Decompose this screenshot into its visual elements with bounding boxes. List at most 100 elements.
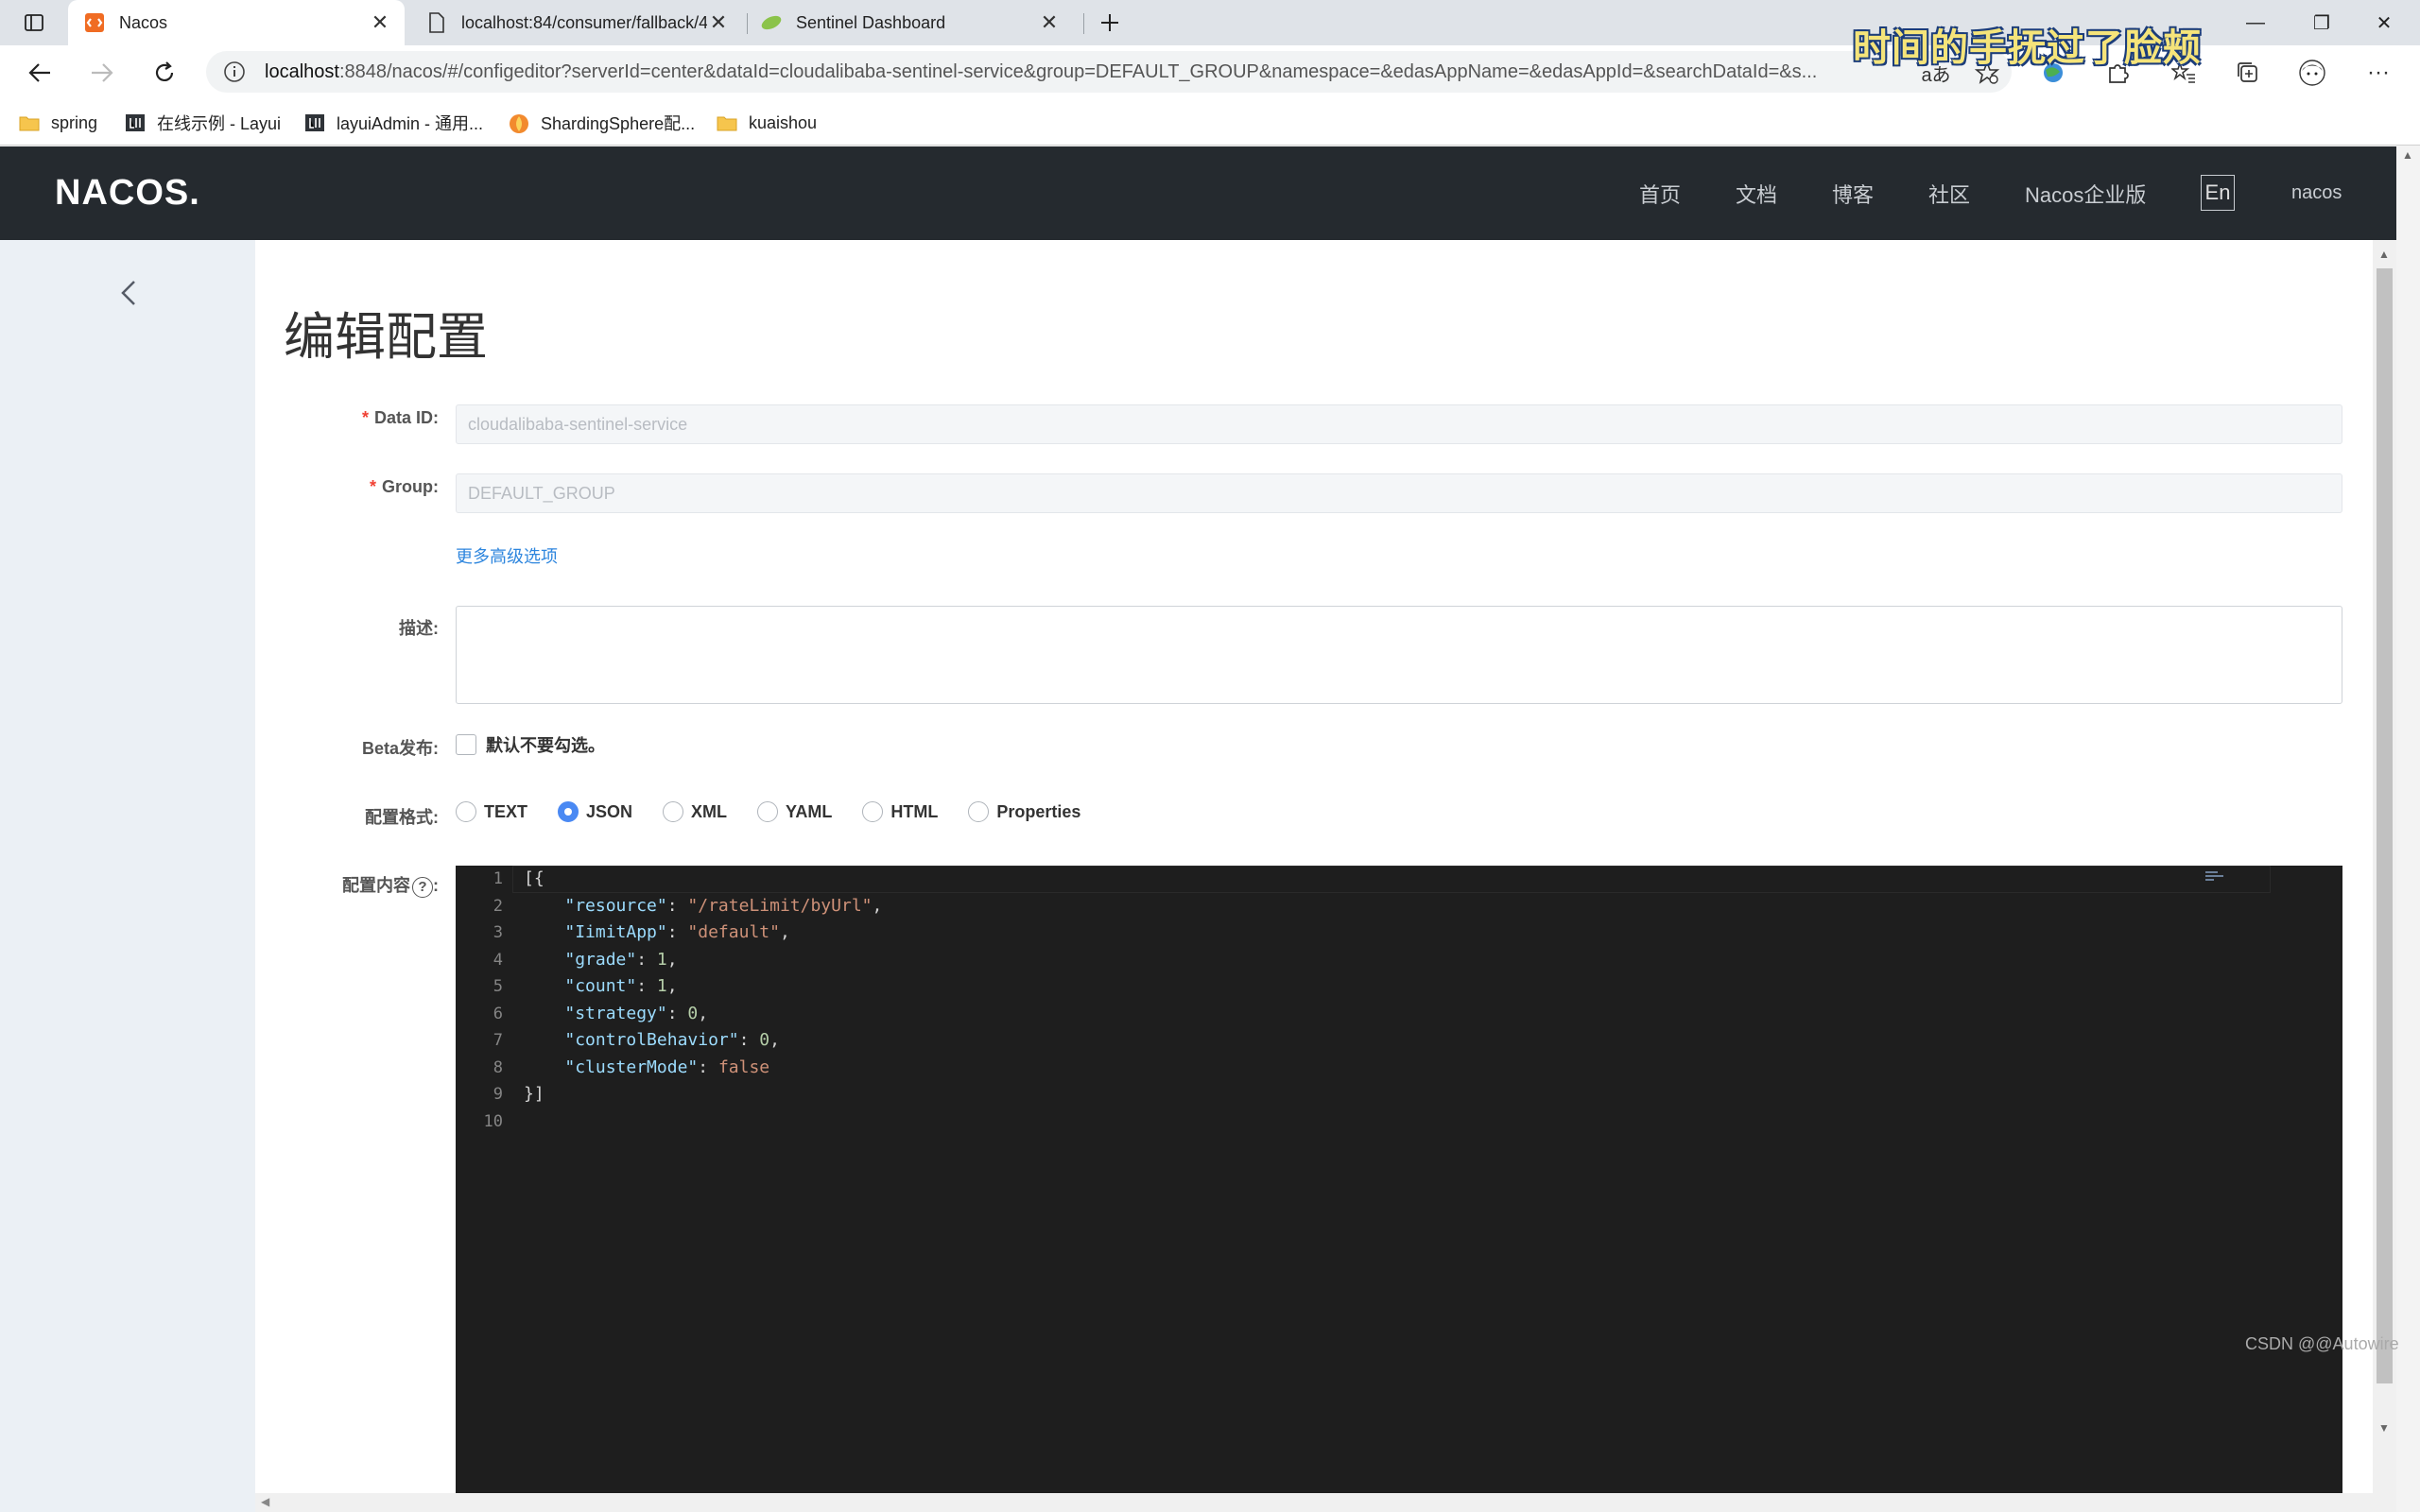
code-line: "resource": "/rateLimit/byUrl", — [564, 895, 883, 916]
radio-label: HTML — [890, 801, 939, 821]
group-input[interactable]: DEFAULT_GROUP — [456, 473, 2342, 513]
line-number: 10 — [483, 1111, 503, 1131]
horizontal-scrollbar[interactable]: ◀ — [255, 1493, 2373, 1512]
dataid-label-wrap: * Data ID: — [255, 408, 439, 431]
minimap-icon[interactable] — [2204, 868, 2229, 881]
nacos-page: NACOS. 首页 文档 博客 社区 Nacos企业版 nacos En 编辑配… — [0, 146, 2420, 1512]
bookmark-label: ShardingSphere配... — [541, 114, 696, 133]
video-subtitle-overlay: 时间的手抚过了脸颊 — [1853, 27, 2202, 69]
code-line: [{ — [524, 868, 544, 888]
scrollbar-thumb[interactable] — [2377, 268, 2393, 1383]
radio-text[interactable]: TEXT — [456, 801, 527, 822]
beta-checkbox[interactable]: 默认不要勾选。 — [456, 732, 605, 757]
info-icon[interactable] — [223, 60, 246, 89]
radio-circle[interactable] — [862, 801, 884, 822]
restore-icon[interactable]: ❐ — [2303, 8, 2341, 38]
radio-properties[interactable]: Properties — [968, 801, 1080, 822]
address-bar[interactable]: localhost:8848/nacos/#/configeditor?serv… — [206, 51, 2012, 93]
close-icon[interactable]: ✕ — [367, 9, 393, 36]
code-text-area[interactable]: [{ "resource": "/rateLimit/byUrl", "Iimi… — [524, 866, 2342, 1135]
bookmark-label: spring — [51, 112, 98, 132]
collections-icon[interactable] — [2229, 54, 2267, 92]
bookmark-shardingsphere[interactable]: ShardingSphere配... — [509, 110, 695, 136]
back-chevron-icon[interactable] — [110, 274, 147, 312]
tab-fallback[interactable]: localhost:84/consumer/fallback/4 ✕ — [412, 0, 743, 45]
tab-actions-icon[interactable] — [15, 4, 53, 42]
dataid-input[interactable]: cloudalibaba-sentinel-service — [456, 404, 2342, 444]
beta-label: Beta发布: — [361, 739, 439, 758]
checkbox-box[interactable] — [456, 734, 476, 755]
new-tab-icon[interactable] — [1091, 4, 1129, 42]
minimize-icon[interactable]: — — [2237, 8, 2274, 38]
nacos-header: NACOS. 首页 文档 博客 社区 Nacos企业版 nacos En — [0, 146, 2396, 240]
radio-circle[interactable] — [456, 801, 476, 822]
line-number: 9 — [493, 1085, 503, 1104]
radio-html[interactable]: HTML — [862, 801, 938, 822]
close-icon[interactable]: ✕ — [705, 9, 732, 36]
line-number: 5 — [493, 977, 503, 996]
description-label: 描述: — [399, 619, 439, 638]
radio-circle[interactable] — [968, 801, 990, 822]
window-close-icon[interactable]: ✕ — [2365, 8, 2403, 38]
page-title: 编辑配置 — [284, 309, 488, 366]
nav-enterprise[interactable]: Nacos企业版 — [2025, 179, 2146, 209]
bookmark-layuiadmin[interactable]: layuiAdmin - 通用... — [304, 110, 483, 136]
bookmark-kuaishou[interactable]: kuaishou — [717, 110, 817, 136]
url-text: localhost:8848/nacos/#/configeditor?serv… — [265, 60, 1818, 82]
tab-nacos[interactable]: Nacos ✕ — [68, 0, 405, 45]
more-menu-icon[interactable]: ··· — [2360, 54, 2397, 92]
page-scroll-up-icon[interactable]: ▲ — [2402, 148, 2413, 162]
radio-label: TEXT — [484, 801, 528, 821]
forward-arrow-icon[interactable] — [83, 54, 121, 92]
radio-label: Properties — [996, 801, 1081, 821]
close-icon[interactable]: ✕ — [1036, 9, 1063, 36]
nav-home[interactable]: 首页 — [1639, 179, 1681, 209]
scroll-up-arrow-icon[interactable]: ▲ — [2378, 248, 2390, 261]
nav-docs[interactable]: 文档 — [1736, 179, 1777, 209]
content-scrollbar[interactable]: ▲ ▼ — [2373, 240, 2396, 1512]
code-editor[interactable]: 1 2 3 4 5 6 7 8 9 10 [{ "resource": "/rateLimit/b… — [456, 866, 2342, 1512]
line-number: 1 — [493, 869, 503, 888]
code-line: "grade": 1, — [564, 949, 678, 970]
radio-circle[interactable] — [663, 801, 684, 822]
radio-label: JSON — [586, 801, 633, 821]
profile-avatar-icon[interactable] — [2293, 54, 2331, 92]
scroll-left-arrow-icon[interactable]: ◀ — [261, 1495, 269, 1508]
page-scrollbar[interactable]: ▲ — [2396, 146, 2420, 1512]
bookmark-spring[interactable]: spring — [19, 110, 97, 136]
radio-xml[interactable]: XML — [663, 801, 727, 822]
tab-title: Sentinel Dashboard — [796, 12, 946, 32]
radio-circle[interactable] — [558, 801, 579, 822]
user-menu[interactable]: nacos — [2291, 182, 2342, 204]
format-label-wrap: 配置格式: — [255, 804, 439, 827]
config-editor-form: 编辑配置 * Data ID: cloudalibaba-sentinel-ser… — [255, 240, 2373, 1512]
beta-checkbox-label: 默认不要勾选。 — [486, 736, 605, 755]
nav-community[interactable]: 社区 — [1928, 179, 1970, 209]
tab-separator — [1083, 13, 1084, 34]
help-question-icon[interactable]: ? — [412, 877, 433, 898]
refresh-icon[interactable] — [146, 54, 183, 92]
tab-title: localhost:84/consumer/fallback/4 — [461, 12, 707, 32]
advanced-options-link[interactable]: 更多高级选项 — [456, 543, 558, 568]
group-label: * Group: — [369, 477, 439, 496]
nacos-logo[interactable]: NACOS. — [55, 173, 200, 214]
tab-sentinel[interactable]: Sentinel Dashboard ✕ — [752, 0, 1074, 45]
description-textarea[interactable] — [456, 606, 2342, 704]
code-line: "clusterMode": false — [564, 1057, 770, 1077]
line-number: 6 — [493, 1004, 503, 1023]
radio-json[interactable]: JSON — [558, 801, 632, 822]
back-arrow-icon[interactable] — [21, 54, 59, 92]
radio-yaml[interactable]: YAML — [757, 801, 832, 822]
language-switch[interactable]: En — [2201, 175, 2235, 211]
radio-label: XML — [691, 801, 728, 821]
bookmark-layui[interactable]: 在线示例 - Layui — [125, 110, 281, 136]
code-line: "strategy": 0, — [564, 1003, 709, 1023]
scroll-down-arrow-icon[interactable]: ▼ — [2378, 1421, 2390, 1435]
code-line: "controlBehavior": 0, — [564, 1030, 780, 1050]
line-number: 2 — [493, 896, 503, 916]
line-number: 8 — [493, 1057, 503, 1077]
nav-blog[interactable]: 博客 — [1832, 179, 1874, 209]
group-label-wrap: * Group: — [255, 477, 439, 500]
radio-circle[interactable] — [757, 801, 779, 822]
